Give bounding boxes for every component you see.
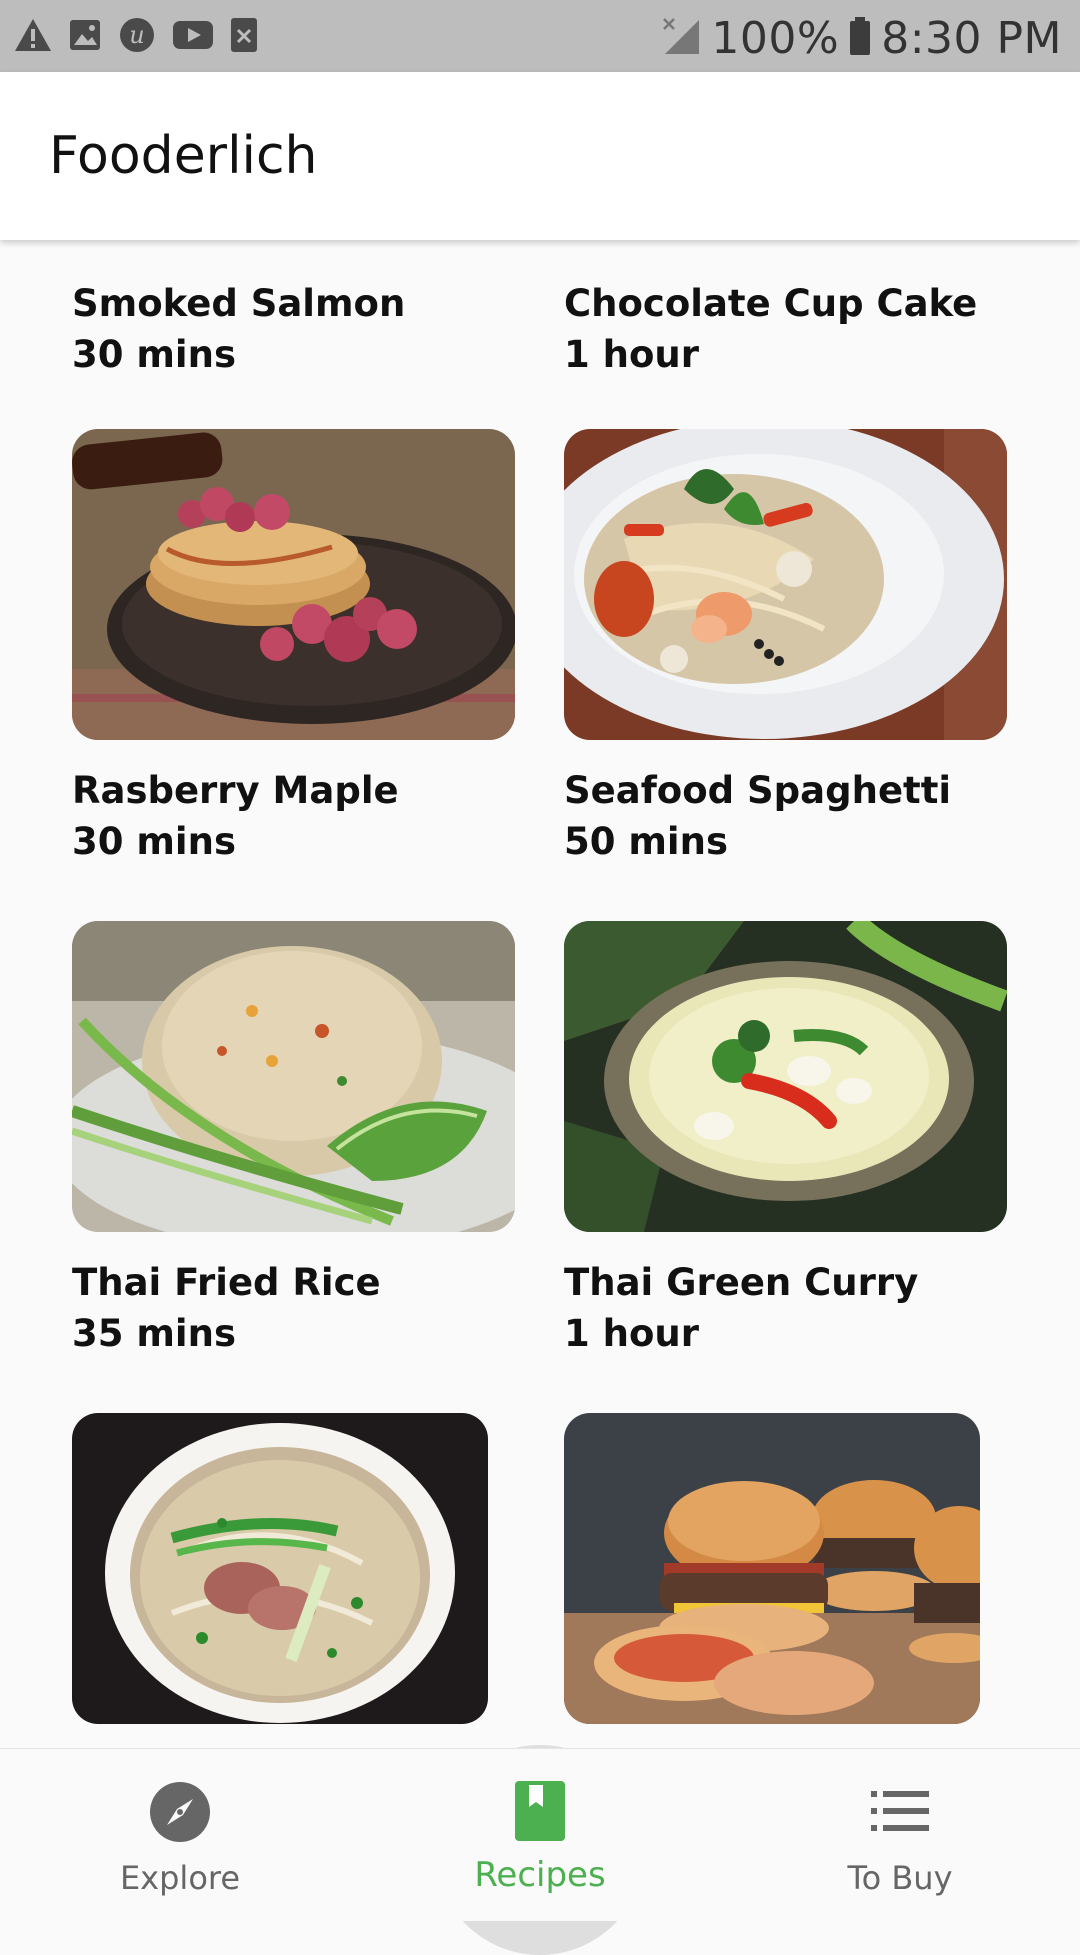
svg-text:u: u	[129, 21, 144, 49]
recipe-time: 50 mins	[564, 820, 728, 863]
recipe-name: Smoked Salmon	[72, 282, 406, 325]
image-icon	[68, 18, 102, 56]
recipe-time: 1 hour	[564, 333, 699, 376]
recipe-name: Seafood Spaghetti	[564, 769, 952, 812]
recipe-time: 35 mins	[72, 1312, 236, 1355]
status-bar: u 100% 8:30 PM	[0, 0, 1080, 72]
app-bar: Fooderlich	[0, 72, 1080, 240]
recipe-image-thai-fried-rice	[72, 921, 515, 1232]
recipe-image-seafood-spaghetti	[564, 429, 1007, 740]
notification-icons: u	[14, 18, 258, 56]
tab-label: To Buy	[847, 1859, 953, 1897]
recipe-grid[interactable]: Smoked Salmon 30 mins Chocolate Cup Cake…	[0, 240, 1080, 1748]
bottom-navigation: Explore Recipes To Buy	[0, 1748, 1080, 1921]
recipe-card[interactable]: Thai Fried Rice 35 mins	[72, 921, 515, 1359]
recipe-card[interactable]: Chocolate Cup Cake 1 hour	[564, 278, 1007, 380]
clock: 8:30 PM	[881, 12, 1062, 64]
recipe-image-burgers	[564, 1413, 980, 1724]
no-signal-icon	[661, 16, 701, 60]
system-status: 100% 8:30 PM	[661, 10, 1062, 66]
recipe-card[interactable]: Seafood Spaghetti 50 mins	[564, 429, 1007, 867]
close-box-icon	[230, 17, 258, 57]
recipe-card[interactable]	[72, 1413, 488, 1748]
warning-icon	[14, 18, 52, 56]
recipe-name: Thai Fried Rice	[72, 1261, 381, 1304]
battery-percent: 100%	[711, 12, 840, 64]
recipe-card[interactable]: Rasberry Maple 30 mins	[72, 429, 515, 867]
recipe-time: 30 mins	[72, 820, 236, 863]
youtube-icon	[172, 19, 214, 55]
recipe-name: Rasberry Maple	[72, 769, 399, 812]
recipe-image-thai-green-curry	[564, 921, 1007, 1232]
recipe-card[interactable]: Smoked Salmon 30 mins	[72, 278, 515, 380]
tab-to-buy[interactable]: To Buy	[750, 1749, 1050, 1921]
recipe-name: Thai Green Curry	[564, 1261, 919, 1304]
recipe-name: Chocolate Cup Cake	[564, 282, 978, 325]
book-icon	[515, 1781, 565, 1845]
tab-recipes[interactable]: Recipes	[390, 1749, 690, 1921]
recipe-image-pho	[72, 1413, 488, 1724]
recipe-time: 1 hour	[564, 1312, 699, 1355]
app-title: Fooderlich	[49, 126, 318, 186]
recipe-time: 30 mins	[72, 333, 236, 376]
recipe-card[interactable]: Thai Green Curry 1 hour	[564, 921, 1007, 1359]
recipe-card[interactable]	[564, 1413, 980, 1748]
tab-label: Explore	[119, 1859, 241, 1897]
tab-label: Recipes	[474, 1855, 606, 1895]
compass-icon	[149, 1781, 211, 1847]
recipe-image-pancakes	[72, 429, 515, 740]
list-icon	[871, 1791, 929, 1835]
upwork-icon: u	[118, 16, 156, 58]
tab-explore[interactable]: Explore	[30, 1749, 330, 1921]
battery-icon	[849, 16, 871, 60]
